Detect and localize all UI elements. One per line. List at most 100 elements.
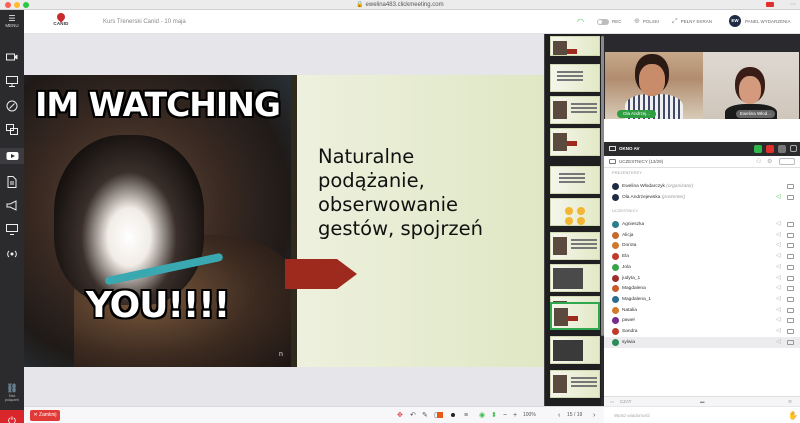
screen-icon[interactable] — [787, 243, 794, 249]
speaker-icon[interactable]: ◁ — [776, 251, 781, 262]
list-item[interactable]: Jola ◁ — [604, 262, 800, 273]
network-map-button[interactable]: ⛓ Sieć połączeń — [3, 383, 21, 403]
screen-icon[interactable] — [787, 264, 794, 270]
list-item[interactable]: Magdalena_1 ◁ — [604, 294, 800, 305]
list-item[interactable]: Agnieszka ◁ — [604, 219, 800, 230]
slide-thumbnail-active[interactable] — [550, 302, 600, 330]
participant-name-text: Ewelina Włodarczyk — [622, 184, 665, 189]
raise-hand-icon[interactable]: ✋ — [788, 407, 798, 423]
screen-icon[interactable] — [787, 339, 794, 345]
speaker-on-icon[interactable]: ◁ — [776, 192, 781, 203]
youtube-icon[interactable] — [0, 148, 24, 164]
settings-gear-icon[interactable] — [778, 145, 786, 153]
monitor-icon[interactable] — [5, 224, 19, 236]
undo-icon[interactable]: ↶ — [410, 407, 416, 423]
screen-icon[interactable] — [787, 232, 794, 238]
presentation-icon[interactable] — [5, 76, 19, 88]
speaker-icon[interactable]: ◁ — [776, 315, 781, 326]
close-presentation-button[interactable]: ✕ Zamknij — [30, 410, 60, 421]
speaker-icon[interactable]: ◁ — [776, 326, 781, 337]
next-slide-button[interactable]: › — [593, 407, 595, 423]
screen-icon[interactable] — [787, 329, 794, 334]
zoom-level: 100% — [523, 412, 536, 418]
speaker-icon[interactable]: ◁ — [776, 240, 781, 251]
slide-thumbnail[interactable] — [550, 64, 600, 92]
list-item[interactable]: Ela ◁ — [604, 251, 800, 262]
list-item[interactable]: Alicja ◁ — [604, 230, 800, 241]
screen-share-icon[interactable] — [5, 124, 19, 136]
megaphone-icon[interactable] — [5, 200, 19, 212]
video-tile-presenter[interactable] — [605, 52, 703, 119]
video-tile-organizer[interactable] — [703, 52, 799, 119]
slide-thumbnail[interactable] — [550, 232, 600, 260]
broadcast-icon[interactable] — [5, 248, 19, 260]
screen-icon[interactable] — [787, 318, 794, 324]
window-options-icon[interactable]: ⋯ — [790, 0, 796, 10]
language-button[interactable]: ⊕ POLSKI — [634, 10, 659, 34]
menu-icon[interactable]: ≡ — [464, 407, 468, 423]
screen-icon[interactable] — [787, 275, 794, 281]
slide-thumbnail[interactable] — [550, 36, 600, 56]
speaker-icon[interactable]: ◁ — [776, 305, 781, 316]
speaker-icon[interactable]: ◁ — [776, 337, 781, 348]
screen-icon[interactable] — [787, 307, 794, 313]
speaker-icon[interactable]: ◁ — [776, 273, 781, 284]
screen-icon[interactable] — [787, 254, 794, 260]
mic-toggle-icon[interactable] — [766, 145, 774, 153]
screen-icon[interactable] — [787, 195, 794, 200]
power-button[interactable]: ⏻ — [0, 410, 24, 423]
eye-icon[interactable]: ◉ — [479, 407, 485, 423]
fullscreen-button[interactable]: ⤢ PEŁNY EKRAN — [672, 10, 712, 34]
list-item[interactable]: paweł ◁ — [604, 315, 800, 326]
whiteboard-icon[interactable] — [5, 100, 19, 112]
list-item[interactable]: Ewelina Włodarczyk (organizator) — [604, 181, 800, 192]
stroke-size-dot[interactable] — [451, 413, 455, 417]
list-item[interactable]: judyta_1 ◁ — [604, 273, 800, 284]
color-picker-swatch[interactable] — [437, 412, 443, 418]
slide-thumbnail[interactable] — [550, 166, 600, 194]
files-icon[interactable] — [5, 176, 19, 188]
user-icon[interactable]: ⚇ — [756, 156, 761, 168]
list-item[interactable]: sylwia ◁ — [604, 336, 800, 348]
list-item[interactable]: Sandra ◁ — [604, 326, 800, 337]
screen-icon[interactable] — [787, 222, 794, 227]
list-item[interactable]: Ola Andrzejewska (prezenter) ◁ — [604, 192, 800, 203]
menu-button[interactable]: ☰ MENU — [0, 14, 24, 36]
speaker-icon[interactable]: ◁ — [776, 262, 781, 273]
slide-thumbnail[interactable] — [550, 370, 600, 398]
camera-toggle-icon[interactable] — [754, 145, 762, 153]
fit-icon[interactable]: ⬍ — [491, 407, 497, 423]
rec-toggle[interactable] — [597, 19, 609, 25]
list-item[interactable]: Natalia ◁ — [604, 305, 800, 316]
screen-icon[interactable] — [787, 286, 794, 292]
chat-header[interactable]: ▭ CZAT ▬ ⚙ — [604, 396, 800, 406]
speaker-icon[interactable]: ◁ — [776, 294, 781, 305]
wifi-icon: ◠ — [577, 17, 584, 26]
zoom-in-icon[interactable]: + — [513, 407, 517, 423]
slide-thumbnail[interactable] — [550, 96, 600, 124]
pen-tool-icon[interactable]: ✎ — [422, 407, 428, 423]
screen-icon[interactable] — [787, 296, 794, 302]
avatar[interactable]: EW — [729, 15, 741, 27]
slide-thumbnail[interactable] — [550, 128, 600, 156]
slide-thumbnail[interactable] — [550, 336, 600, 364]
popout-icon[interactable] — [790, 145, 797, 152]
search-input[interactable] — [779, 158, 795, 165]
screen-icon[interactable] — [787, 184, 794, 189]
speaker-icon[interactable]: ◁ — [776, 230, 781, 241]
list-item[interactable]: Magdalena ◁ — [604, 283, 800, 294]
address-bar[interactable]: 🔒 ewelina483.clickmeeting.com — [0, 0, 800, 10]
chat-input[interactable]: Wpisz wiadomość ✋ — [604, 406, 800, 423]
participant-role: (prezenter) — [661, 195, 686, 200]
slide-thumbnail[interactable] — [550, 198, 600, 226]
pointer-tool-icon[interactable]: ✥ — [397, 407, 403, 423]
camera-icon[interactable] — [5, 52, 19, 64]
previous-slide-button[interactable]: ‹ — [558, 407, 560, 423]
slide-thumbnail[interactable] — [550, 264, 600, 292]
zoom-out-icon[interactable]: − — [503, 407, 507, 423]
gear-icon[interactable]: ⚙ — [767, 156, 772, 168]
speaker-icon[interactable]: ◁ — [776, 283, 781, 294]
speaker-icon[interactable]: ◁ — [776, 219, 781, 230]
event-panel-button[interactable]: PANEL WYDARZENIA — [745, 10, 791, 34]
list-item[interactable]: Dorota ◁ — [604, 240, 800, 251]
